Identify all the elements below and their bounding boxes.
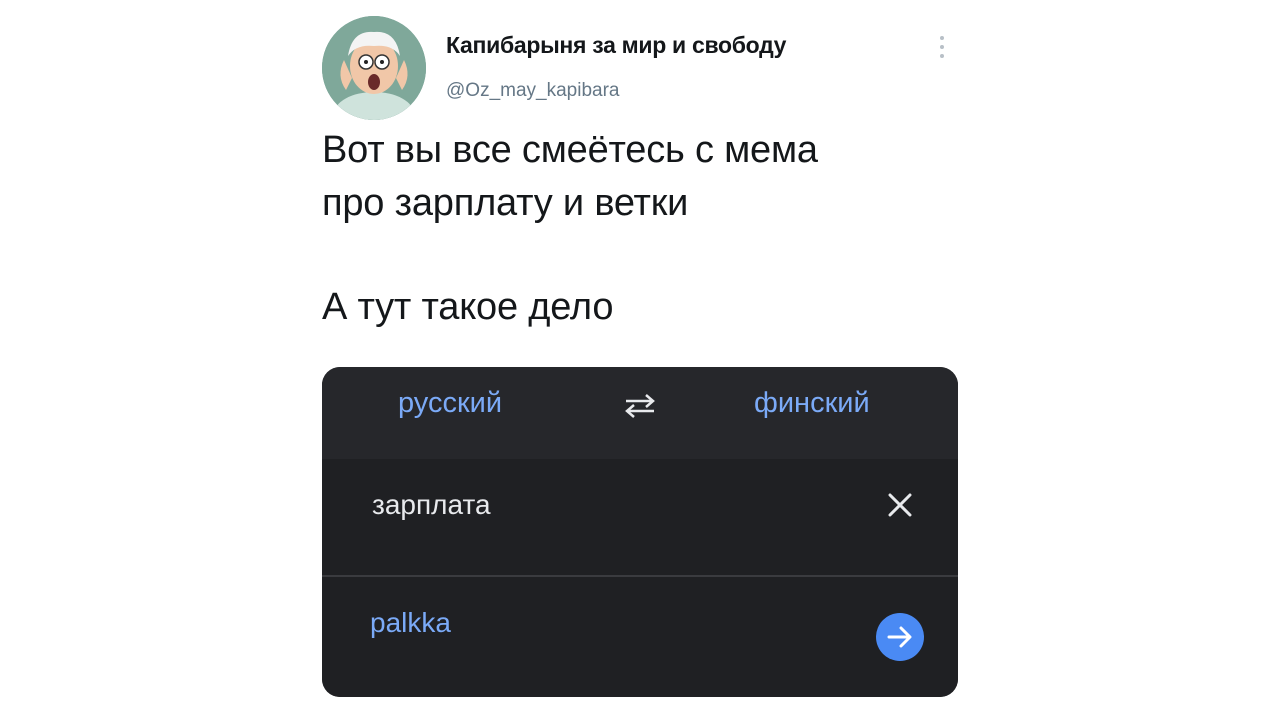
source-text-input[interactable]: зарплата <box>372 489 491 521</box>
go-button[interactable] <box>876 613 924 661</box>
translation-text: palkka <box>370 607 451 638</box>
more-vertical-icon[interactable] <box>934 36 950 64</box>
output-row: palkka <box>322 577 958 697</box>
tweet: Капибарыня за мир и свободу @Oz_may_kapi… <box>0 0 1280 720</box>
display-name[interactable]: Капибарыня за мир и свободу <box>446 32 786 59</box>
avatar[interactable] <box>322 16 426 120</box>
arrow-right-icon <box>887 626 912 648</box>
source-language-button[interactable]: русский <box>398 387 502 420</box>
target-language-button[interactable]: финский <box>754 387 870 420</box>
close-icon[interactable] <box>882 487 918 523</box>
tweet-text-line: про зарплату и ветки <box>322 182 689 224</box>
translator-screenshot: русский финский зарплата palkka <box>322 367 958 697</box>
language-bar: русский финский <box>322 367 958 459</box>
tweet-text-line: А тут такое дело <box>322 286 614 328</box>
input-row[interactable]: зарплата <box>322 459 958 575</box>
swap-languages-icon[interactable] <box>618 389 662 421</box>
cartoon-old-man-avatar-icon <box>322 16 426 120</box>
tweet-text-line: Вот вы все смеётесь с мема <box>322 129 818 171</box>
user-handle[interactable]: @Oz_may_kapibara <box>446 80 619 102</box>
